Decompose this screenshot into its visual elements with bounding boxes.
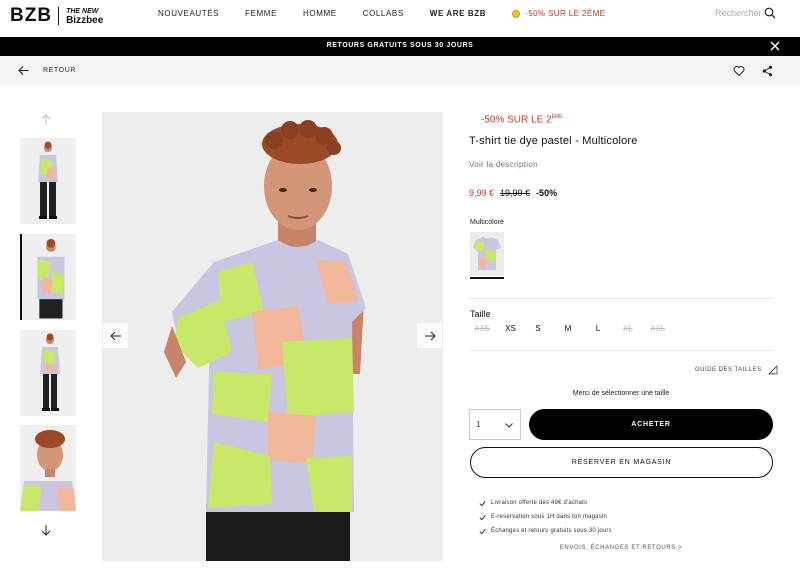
size-l[interactable]: L	[594, 324, 602, 333]
arrow-up-icon[interactable]	[40, 114, 52, 126]
nav-promo-label: -50% SUR LE 2ÈME	[525, 9, 606, 18]
benefits-list: Livraison offerte dès 49€ d'achats E-res…	[479, 496, 612, 538]
size-guide-label: GUIDE DES TAILLES	[695, 367, 762, 373]
promo-tag-text: -50% SUR LE 2	[481, 114, 552, 126]
divider	[469, 298, 773, 299]
size-xs[interactable]: XS	[505, 324, 516, 333]
size-xxl[interactable]: XXL	[650, 324, 665, 333]
view-description-link[interactable]: Voir la description	[469, 160, 538, 169]
price-block: 9,99 € 19,99 € -50%	[469, 188, 557, 198]
color-swatch-multicolore[interactable]	[470, 232, 504, 279]
select-size-message: Merci de sélectionner une taille	[572, 390, 670, 397]
chevron-down-icon	[505, 422, 513, 428]
nav-nouveautes[interactable]: NOUVEAUTÉS	[158, 9, 219, 18]
nav-femme[interactable]: FEMME	[245, 9, 277, 18]
thumbnail-full-body-side[interactable]	[20, 330, 76, 416]
benefit-item: E-reservation sous 1H dans ton magasin	[479, 510, 612, 524]
promo-dot-icon	[512, 9, 521, 18]
check-icon	[479, 500, 486, 506]
logo-bzb-text: BZB	[10, 5, 53, 26]
benefit-item: Livraison offerte dès 49€ d'achats	[479, 496, 612, 510]
benefit-item: Échanges et retours gratuits sous 30 jou…	[479, 524, 612, 538]
main-nav: NOUVEAUTÉS FEMME HOMME COLLABS WE ARE BZ…	[158, 9, 605, 18]
thumbnail-close-up[interactable]	[20, 425, 76, 511]
back-button[interactable]: RETOUR	[18, 65, 76, 76]
nav-promo[interactable]: -50% SUR LE 2ÈME	[512, 9, 605, 18]
arrow-left-icon	[18, 66, 29, 75]
promo-tag: -50% SUR LE 2ÈME	[481, 114, 562, 125]
back-label: RETOUR	[43, 67, 77, 74]
thumbnail-full-body-front[interactable]	[20, 138, 76, 224]
thumbnail-three-quarter[interactable]	[20, 234, 76, 320]
thumbnail-image	[20, 425, 76, 511]
logo-separator	[58, 7, 60, 25]
promo-tag-sup: ÈME	[551, 114, 563, 120]
divider	[469, 350, 773, 351]
check-icon	[479, 528, 486, 534]
arrow-down-icon[interactable]	[40, 524, 52, 536]
color-label: Multicolore	[470, 219, 504, 226]
share-icon[interactable]	[762, 65, 773, 77]
arrow-right-icon	[424, 331, 436, 340]
quantity-select[interactable]: 1	[469, 409, 521, 440]
thumbnail-image	[22, 235, 76, 319]
size-selector: XXS XS S M L XL XXL	[474, 324, 665, 333]
banner-text: RETOURS GRATUITS SOUS 30 JOURS	[326, 42, 474, 49]
product-main-image[interactable]	[102, 112, 443, 561]
price-original: 19,99 €	[500, 188, 531, 198]
search-placeholder[interactable]: Rechercher	[715, 8, 762, 18]
promo-banner: RETOURS GRATUITS SOUS 30 JOURS	[0, 37, 800, 56]
nav-we-are-bzb[interactable]: WE ARE BZB	[430, 9, 486, 18]
nav-homme[interactable]: HOMME	[303, 9, 337, 18]
check-icon	[479, 514, 486, 520]
benefit-text: E-reservation sous 1H dans ton magasin	[491, 514, 607, 520]
nav-collabs[interactable]: COLLABS	[363, 9, 404, 18]
size-label: Taille	[470, 309, 491, 319]
ruler-icon	[767, 365, 778, 375]
size-xxs[interactable]: XXS	[474, 324, 490, 333]
reserve-in-store-button[interactable]: RÉSERVER EN MAGASIN	[470, 447, 773, 478]
benefit-text: Livraison offerte dès 49€ d'achats	[491, 500, 588, 506]
close-icon[interactable]	[768, 39, 782, 53]
brand-logo[interactable]: BZB THE NEW Bizzbee	[10, 5, 103, 27]
size-m[interactable]: M	[564, 324, 572, 333]
site-header: BZB THE NEW Bizzbee NOUVEAUTÉS FEMME HOM…	[0, 0, 800, 37]
discount-badge: -50%	[536, 188, 558, 198]
swatch-image	[470, 232, 504, 276]
swatch-selected-indicator	[470, 277, 504, 279]
thumbnail-image	[20, 138, 76, 224]
heart-icon[interactable]	[733, 65, 745, 77]
product-title: T-shirt tie dye pastel - Multicolore	[469, 135, 638, 147]
price-current: 9,99 €	[469, 188, 495, 198]
shipping-returns-link[interactable]: ENVOIS, ÉCHANGES ET RETOURS >	[469, 545, 773, 551]
size-guide-link[interactable]: GUIDE DES TAILLES	[695, 365, 778, 375]
logo-the-new-bizzbee: THE NEW Bizzbee	[66, 7, 104, 26]
next-image-button[interactable]	[417, 323, 442, 348]
product-subbar: RETOUR	[0, 56, 800, 86]
search-icon[interactable]	[764, 7, 776, 19]
logo-bizzbee: Bizzbee	[66, 15, 104, 26]
size-xl[interactable]: XL	[623, 324, 633, 333]
benefit-text: Échanges et retours gratuits sous 30 jou…	[491, 528, 612, 534]
search-box[interactable]: Rechercher	[715, 7, 776, 19]
buy-button[interactable]: ACHETER	[529, 409, 773, 440]
arrow-left-icon	[109, 331, 121, 340]
thumbnail-image	[20, 330, 76, 416]
quantity-value: 1	[476, 420, 481, 429]
previous-image-button[interactable]	[103, 323, 128, 348]
product-photo	[102, 112, 443, 561]
size-s[interactable]: S	[534, 324, 542, 333]
